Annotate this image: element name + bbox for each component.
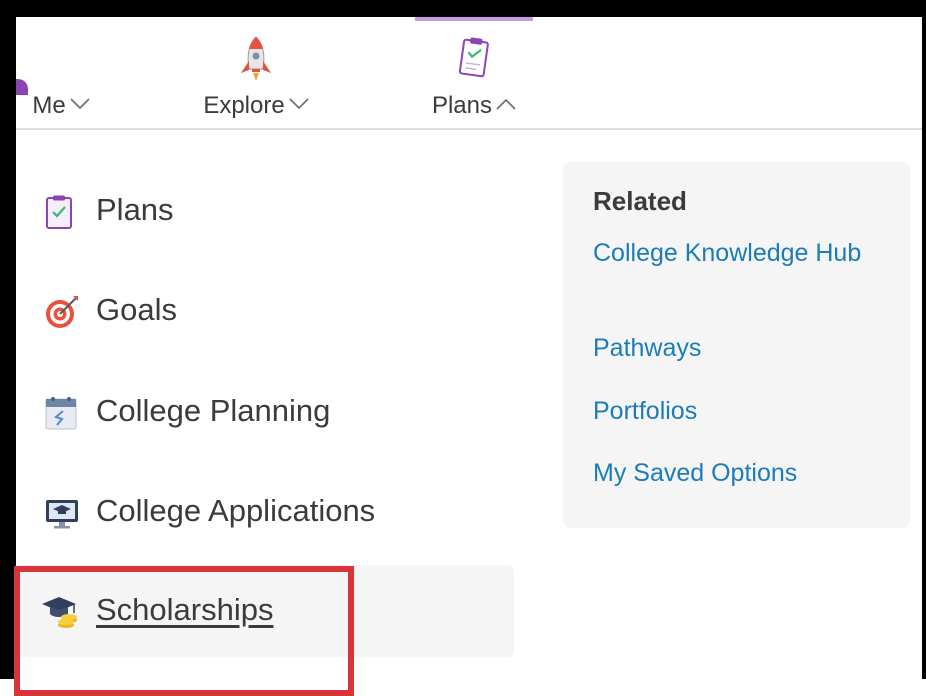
nav-divider: [16, 128, 922, 130]
nav-item-me[interactable]: Me: [16, 17, 106, 129]
frame-right-border: [922, 0, 926, 679]
menu-item-goals[interactable]: Goals: [40, 280, 510, 340]
nav-item-explore[interactable]: Explore: [186, 17, 326, 129]
related-link-pathways[interactable]: Pathways: [593, 333, 883, 364]
graduation-cap-coins-icon: [42, 597, 77, 628]
rocket-icon: [241, 36, 271, 81]
chevron-down-icon: [70, 98, 90, 110]
related-link-my-saved-options[interactable]: My Saved Options: [593, 458, 883, 489]
menu-item-label: College Applications: [96, 493, 376, 528]
nav-me-label: Me: [32, 92, 66, 119]
menu-item-college-planning[interactable]: College Planning: [40, 381, 510, 441]
nav-item-label: Explore: [186, 92, 326, 120]
nav-active-indicator: [415, 17, 533, 21]
menu-item-scholarships[interactable]: Scholarships: [16, 565, 514, 657]
frame-left-border: [0, 0, 16, 679]
target-icon: [46, 296, 78, 328]
nav-item-label: Plans: [415, 92, 533, 120]
related-link-portfolios[interactable]: Portfolios: [593, 396, 883, 427]
nav-item-label: Me: [16, 92, 106, 120]
related-title: Related: [593, 186, 687, 216]
related-panel: Related College Knowledge Hub Pathways P…: [563, 162, 910, 528]
nav-explore-label: Explore: [203, 92, 285, 119]
nav-item-plans[interactable]: Plans: [415, 17, 533, 129]
menu-item-plans[interactable]: Plans: [40, 180, 510, 240]
calendar-icon: [45, 397, 77, 430]
nav-plans-label: Plans: [431, 92, 493, 119]
frame-top-border: [0, 0, 926, 17]
clipboard-check-icon: [46, 195, 72, 229]
menu-item-label: Scholarships: [96, 592, 274, 627]
menu-item-college-applications[interactable]: College Applications: [40, 481, 510, 541]
clipboard-check-icon: [458, 37, 489, 78]
chevron-down-icon: [289, 98, 309, 110]
menu-item-label: College Planning: [96, 393, 331, 428]
related-link-college-knowledge-hub[interactable]: College Knowledge Hub: [593, 238, 883, 269]
top-navigation: Me Explore Plans: [16, 17, 922, 129]
monitor-graduation-icon: [46, 500, 78, 529]
chevron-up-icon: [496, 98, 516, 110]
menu-item-label: Goals: [96, 292, 177, 327]
menu-item-label: Plans: [96, 192, 174, 227]
